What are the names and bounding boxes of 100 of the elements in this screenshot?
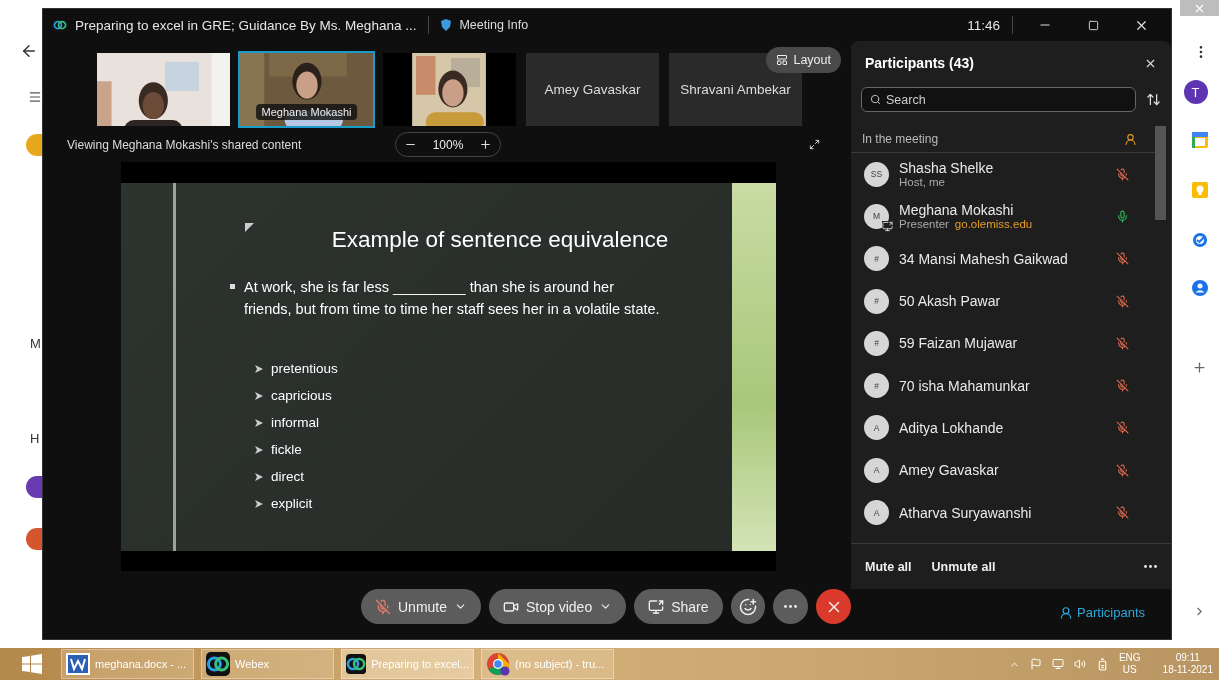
participant-role: Host, me (899, 176, 945, 189)
search-field[interactable]: Search (861, 87, 1136, 112)
arrow-bullet-icon (255, 418, 263, 427)
more-button[interactable] (773, 589, 809, 624)
search-icon (870, 94, 881, 105)
contacts-icon[interactable] (1191, 280, 1208, 296)
arrow-bullet-icon (255, 445, 263, 454)
unmute-button[interactable]: Unmute (361, 589, 482, 624)
answer-option: capricious (271, 388, 332, 403)
layout-button[interactable]: Layout (766, 47, 841, 73)
zoom-level: 100% (432, 137, 464, 152)
participant-name: Shravani Ambekar (680, 82, 791, 97)
share-screen-icon (648, 598, 665, 615)
arrow-bullet-icon (255, 364, 263, 373)
answer-option: pretentious (271, 361, 338, 376)
initials-avatar: A (864, 415, 889, 441)
sort-button[interactable] (1146, 92, 1161, 107)
participant-link[interactable]: go.olemiss.edu (954, 218, 1033, 231)
participant-row[interactable]: A Amey Gavaskar (851, 449, 1155, 492)
participant-name: Meghana Mokashi (899, 202, 1015, 219)
initials-avatar: A (864, 457, 889, 483)
participant-row[interactable]: M Meghana Mokashi Presenter go.olemiss.edu (851, 195, 1155, 238)
sharing-status: Viewing Meghana Mokashi's shared content (67, 138, 302, 152)
initials-avatar: # (864, 330, 889, 356)
participant-row[interactable]: # 50 Akash Pawar (851, 279, 1155, 323)
participant-row[interactable]: # 34 Mansi Mahesh Gaikwad (851, 237, 1155, 280)
answer-option: direct (271, 469, 304, 484)
section-label: In the meeting (862, 132, 939, 146)
participant-name: 34 Mansi Mahesh Gaikwad (899, 250, 1069, 267)
webex-logo-icon (206, 652, 230, 676)
video-tile[interactable]: Amey Gavaskar (524, 51, 661, 128)
triangle-icon (245, 222, 254, 232)
add-icon[interactable] (1192, 360, 1207, 375)
plus-icon (479, 138, 493, 151)
participant-name: Atharva Suryawanshi (899, 504, 1033, 521)
meeting-info-link[interactable]: Meeting Info (459, 18, 529, 32)
smiley-icon (738, 597, 757, 616)
account-avatar[interactable]: T (1183, 80, 1208, 104)
video-tile[interactable]: Meghana Mokashi (238, 51, 375, 128)
name-label: Meghana Mokashi (255, 104, 358, 120)
account-icon[interactable] (26, 476, 42, 498)
participant-row[interactable]: A Atharva Suryawanshi (851, 491, 1155, 534)
initials-avatar: # (864, 373, 889, 399)
participant-row[interactable]: SS Shasha Shelke Host, me (851, 153, 1155, 196)
shield-icon (441, 19, 452, 31)
initials-avatar: SS (864, 161, 889, 187)
participant-name: Amey Gavaskar (544, 82, 641, 97)
bullet-icon (230, 283, 235, 289)
answer-option: explicit (271, 496, 313, 511)
person-icon (1124, 132, 1137, 146)
participant-row[interactable]: A Aditya Lokhande (851, 406, 1155, 450)
arrow-bullet-icon (255, 472, 263, 481)
participant-row[interactable]: # 70 isha Mahamunkar (851, 364, 1155, 407)
participant-role: Presenter (899, 218, 949, 231)
webex-logo-icon (53, 18, 67, 32)
answer-option: informal (271, 415, 319, 430)
participant-name: 50 Akash Pawar (899, 293, 1002, 310)
participant-name: 70 isha Mahamunkar (899, 377, 1031, 394)
leave-button[interactable] (816, 589, 851, 624)
muted-mic-icon (375, 598, 391, 615)
meeting-clock: 11:46 (967, 17, 1000, 33)
windows-logo-icon (22, 654, 42, 674)
answer-option: fickle (271, 442, 302, 457)
ellipsis-icon (1144, 565, 1157, 568)
participant-name: Amey Gavaskar (899, 462, 1000, 479)
participants-button[interactable]: Participants (1059, 605, 1145, 620)
slide-title: Example of sentence equivalence (330, 226, 670, 253)
panel-title: Participants (43) (865, 55, 974, 71)
tasks-icon[interactable] (1191, 232, 1208, 248)
arrow-bullet-icon (255, 499, 263, 508)
scrollbar[interactable] (1155, 126, 1166, 220)
stop-video-button[interactable]: Stop video (489, 589, 627, 624)
word-icon (66, 653, 90, 675)
participant-name: 59 Faizan Mujawar (899, 335, 1019, 352)
footer-button[interactable]: Mute all (865, 559, 912, 574)
expand-icon[interactable] (809, 139, 820, 150)
menu-icon[interactable] (28, 90, 42, 104)
layout-icon (776, 54, 789, 66)
account-icon[interactable] (26, 528, 42, 550)
slide-question-line: friends, but from time to time her staff sees her in a volatile state. (244, 299, 660, 319)
initials-avatar: # (864, 246, 889, 272)
share-button[interactable]: Share (634, 589, 723, 624)
participant-name: Aditya Lokhande (899, 419, 1005, 436)
person-icon (1059, 605, 1074, 620)
reactions-button[interactable] (730, 589, 766, 624)
participant-name: Shasha Shelke (899, 160, 995, 177)
participant-row[interactable]: # 59 Faizan Mujawar (851, 322, 1155, 365)
more-button[interactable] (1144, 565, 1157, 568)
calendar-icon[interactable] (1191, 132, 1208, 148)
initials-avatar: A (864, 500, 889, 525)
window-title: Preparing to excel in GRE; Guidance By Ms. Meghana ... (75, 17, 417, 33)
ellipsis-icon (784, 605, 798, 608)
chrome-icon (486, 652, 510, 676)
volume-icon[interactable] (1073, 658, 1086, 670)
side-label: H (30, 431, 41, 446)
footer-button[interactable]: Unmute all (931, 559, 996, 574)
slide-question-line: At work, she is far less _________ than she is around her (244, 277, 614, 297)
sort-icon (1146, 92, 1161, 107)
initials-avatar: # (864, 288, 889, 314)
maximize-icon (1087, 19, 1099, 31)
